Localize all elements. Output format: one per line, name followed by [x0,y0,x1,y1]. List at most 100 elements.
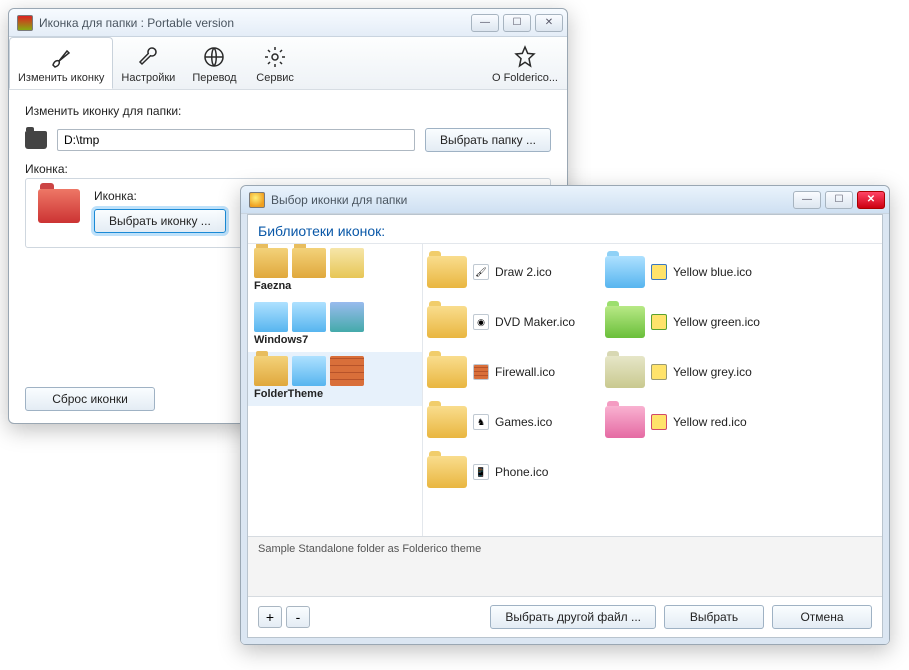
grid-item-label: DVD Maker.ico [495,315,575,329]
choose-icon-button[interactable]: Выбрать иконку ... [94,209,226,233]
globe-icon [201,44,227,70]
window-controls: — ☐ ✕ [467,14,563,32]
tab-service[interactable]: Сервис [246,37,306,89]
color-swatch-icon [651,364,667,380]
folder-icon [330,302,364,332]
main-window-title: Иконка для папки : Portable version [39,16,467,30]
color-swatch-icon [651,314,667,330]
icon-inner-label: Иконка: [94,189,226,203]
dialog-titlebar[interactable]: Выбор иконки для папки — ☐ ✕ [241,186,889,214]
close-button[interactable]: ✕ [535,14,563,32]
tab-settings-label: Настройки [121,72,175,84]
grid-item[interactable]: Yellow grey.ico [605,350,760,394]
grid-item-label: Firewall.ico [495,365,555,379]
grid-item-label: Draw 2.ico [495,265,552,279]
grid-item-label: Phone.ico [495,465,548,479]
choose-folder-button[interactable]: Выбрать папку ... [425,128,551,152]
folder-icon [605,256,645,288]
folder-icon [292,302,326,332]
path-input[interactable] [57,129,415,151]
grid-item[interactable]: 📱 Phone.ico [427,450,575,494]
library-pane[interactable]: Faezna Windows7 [248,244,423,536]
star-icon [512,44,538,70]
wrench-icon [135,44,161,70]
cancel-button[interactable]: Отмена [772,605,872,629]
library-item-label: Windows7 [254,334,416,346]
dialog-minimize-button[interactable]: — [793,191,821,209]
library-item-label: FolderTheme [254,388,416,400]
dialog-title: Выбор иконки для папки [271,193,789,207]
icon-group-label: Иконка: [25,162,551,176]
folder-icon [427,306,467,338]
dialog-window-controls: — ☐ ✕ [789,191,885,209]
folder-icon [605,406,645,438]
tab-service-label: Сервис [256,72,294,84]
path-row: Выбрать папку ... [25,128,551,152]
current-icon-preview [38,189,80,223]
app-icon [17,15,33,31]
folder-icon [254,356,288,386]
remove-library-button[interactable]: - [286,606,310,628]
color-swatch-icon [651,414,667,430]
dialog-body: Библиотеки иконок: Faezna [241,214,889,644]
dialog-maximize-button[interactable]: ☐ [825,191,853,209]
dialog-content: Faezna Windows7 [248,244,882,536]
color-swatch-icon [651,264,667,280]
grid-item[interactable]: Yellow blue.ico [605,250,760,294]
tab-translate-label: Перевод [192,72,236,84]
grid-item[interactable]: Yellow red.ico [605,400,760,444]
maximize-button[interactable]: ☐ [503,14,531,32]
tab-change-icon[interactable]: Изменить иконку [9,37,113,89]
minimize-button[interactable]: — [471,14,499,32]
draw-icon: 🖌 [473,264,489,280]
phone-icon: 📱 [473,464,489,480]
icon-picker-dialog: Выбор иконки для папки — ☐ ✕ Библиотеки … [240,185,890,645]
change-icon-label: Изменить иконку для папки: [25,104,551,118]
folder-icon [427,406,467,438]
dialog-actions: + - Выбрать другой файл ... Выбрать Отме… [248,596,882,637]
description-bar: Sample Standalone folder as Folderico th… [248,536,882,596]
grid-item-label: Yellow blue.ico [673,265,752,279]
document-icon [330,248,364,278]
tab-settings[interactable]: Настройки [113,37,184,89]
library-item-windows7[interactable]: Windows7 [248,298,422,352]
tab-translate[interactable]: Перевод [184,37,245,89]
grid-item[interactable]: ◉ DVD Maker.ico [427,300,575,344]
grid-item[interactable]: Firewall.ico [427,350,575,394]
folder-icon [254,302,288,332]
folder-icon [605,356,645,388]
main-toolbar: Изменить иконку Настройки Перевод Сервис [9,37,567,90]
grid-item[interactable]: 🖌 Draw 2.ico [427,250,575,294]
folder-icon [292,248,326,278]
add-library-button[interactable]: + [258,606,282,628]
library-item-foldertheme[interactable]: FolderTheme [248,352,422,406]
folder-icon [292,356,326,386]
dialog-close-button[interactable]: ✕ [857,191,885,209]
gear-icon [262,44,288,70]
grid-item-label: Games.ico [495,415,552,429]
folder-icon [427,456,467,488]
main-titlebar[interactable]: Иконка для папки : Portable version — ☐ … [9,9,567,37]
grid-item[interactable]: ♞ Games.ico [427,400,575,444]
choose-other-file-button[interactable]: Выбрать другой файл ... [490,605,656,629]
grid-item[interactable]: Yellow green.ico [605,300,760,344]
dvd-icon: ◉ [473,314,489,330]
firewall-icon [473,364,489,380]
reset-icon-button[interactable]: Сброс иконки [25,387,155,411]
library-item-faezna[interactable]: Faezna [248,244,422,298]
games-icon: ♞ [473,414,489,430]
grid-item-label: Yellow red.ico [673,415,747,429]
tab-about[interactable]: О Folderico... [484,37,567,89]
grid-item-label: Yellow grey.ico [673,365,752,379]
folder-icon [25,131,47,149]
choose-button[interactable]: Выбрать [664,605,764,629]
icon-grid[interactable]: 🖌 Draw 2.ico ◉ DVD Maker.ico [423,244,882,536]
brush-icon [48,44,74,70]
folder-icon [427,356,467,388]
library-item-label: Faezna [254,280,416,292]
dialog-app-icon [249,192,265,208]
firewall-icon [330,356,364,386]
folder-icon [427,256,467,288]
folder-icon [254,248,288,278]
folder-icon [605,306,645,338]
